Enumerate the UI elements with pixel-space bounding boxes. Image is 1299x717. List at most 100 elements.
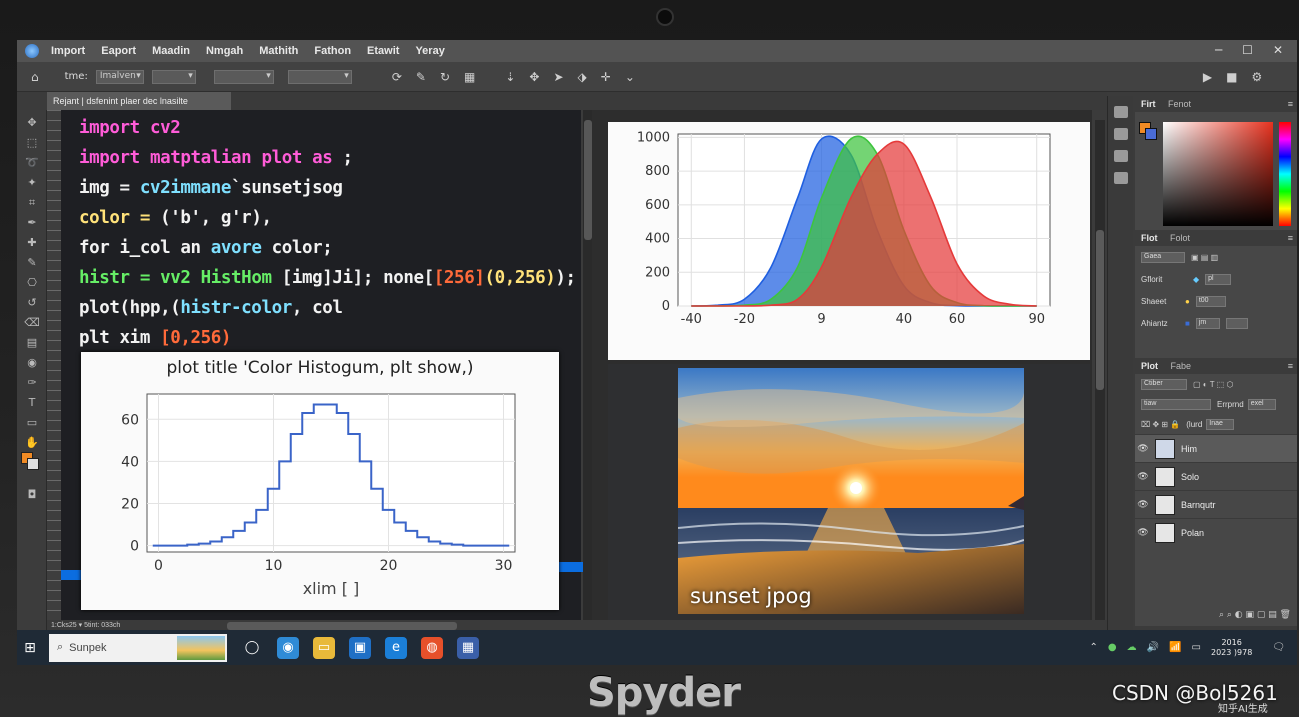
maximize-icon[interactable]: ☐ [1242, 43, 1253, 57]
toolbar-select[interactable] [151, 69, 196, 84]
app-icon[interactable]: ◍ [421, 636, 443, 659]
file-explorer-icon[interactable]: ▭ [313, 636, 335, 659]
hand-tool-icon[interactable]: ✋ [24, 436, 40, 450]
edge-icon[interactable]: e [385, 636, 407, 659]
stamp-tool-icon[interactable]: ⎔ [24, 276, 40, 290]
marquee-tool-icon[interactable]: ⬚ [24, 136, 40, 150]
crosshair-icon[interactable]: ✛ [601, 70, 611, 84]
adjust-panel-icon[interactable] [1114, 150, 1128, 162]
document-tab[interactable]: Rejant | dsfenint plaer dec lnasilte [47, 92, 231, 110]
menu-item[interactable]: Fathon [314, 45, 351, 57]
move-tool-icon[interactable]: ✥ [24, 116, 40, 130]
windows-start-icon[interactable]: ⊞ [17, 630, 43, 665]
properties-select[interactable]: Gaea [1141, 251, 1185, 263]
hue-slider[interactable] [1279, 122, 1291, 226]
pointer-icon[interactable]: ➤ [553, 70, 563, 84]
settings-icon[interactable]: ⚙ [1251, 70, 1262, 84]
brush-tool-icon[interactable]: ✎ [24, 256, 40, 270]
eye-icon[interactable]: 👁 [1135, 499, 1151, 510]
tab-plot[interactable]: Plot [1141, 361, 1158, 371]
type-tool-icon[interactable]: T [24, 396, 40, 410]
home-icon[interactable]: ⌂ [31, 70, 39, 84]
rotate-icon[interactable]: ⟳ [392, 70, 402, 84]
menu-item[interactable]: Maadin [152, 45, 190, 57]
grid-icon[interactable]: ▦ [464, 70, 475, 84]
tab-color[interactable]: Firt [1141, 99, 1156, 109]
eye-icon[interactable]: 👁 [1135, 527, 1151, 538]
tab-folot[interactable]: Folot [1170, 233, 1190, 243]
layer-row[interactable]: 👁 Solo [1135, 462, 1297, 490]
color-picker[interactable] [1135, 112, 1297, 230]
horizontal-scrollbar[interactable] [227, 622, 457, 630]
chevron-up-icon[interactable]: ⌃ [1090, 642, 1098, 653]
status-icon[interactable]: ● [1108, 642, 1117, 653]
color-field[interactable] [1163, 122, 1273, 226]
minimize-icon[interactable]: ─ [1215, 43, 1222, 57]
taskbar-search[interactable]: ⌕ Sunpek [49, 633, 227, 662]
layer-row[interactable]: 👁 Polan [1135, 518, 1297, 546]
opacity-field[interactable]: exel [1247, 398, 1276, 410]
menu-item[interactable]: Import [51, 45, 85, 57]
eye-icon[interactable]: 👁 [1135, 471, 1151, 482]
toolbar-select[interactable] [213, 69, 274, 84]
eye-icon[interactable]: 👁 [1135, 443, 1151, 454]
toolbar-select[interactable] [287, 69, 352, 84]
menu-item[interactable]: Eaport [101, 45, 136, 57]
heal-tool-icon[interactable]: ✚ [24, 236, 40, 250]
tab-fabe[interactable]: Fabe [1171, 361, 1192, 371]
cloud-icon[interactable]: ☁ [1127, 642, 1137, 653]
chevron-down-icon[interactable]: ⌄ [625, 70, 635, 84]
eyedropper-tool-icon[interactable]: ✒ [24, 216, 40, 230]
brush-panel-icon[interactable] [1114, 172, 1128, 184]
tab-swatches[interactable]: Fenot [1168, 99, 1191, 109]
notification-icon[interactable]: 🗨 [1272, 642, 1285, 653]
clock[interactable]: 2016 2023 )978 [1211, 638, 1252, 658]
wand-tool-icon[interactable]: ✦ [24, 176, 40, 190]
background-color-swatch[interactable] [27, 458, 39, 470]
prop-value[interactable] [1225, 317, 1248, 329]
prop-value[interactable]: pl [1205, 273, 1232, 285]
layer-filter-select[interactable]: Ctiber [1141, 378, 1187, 390]
menu-item[interactable]: Yeray [415, 45, 444, 57]
menu-item[interactable]: Etawit [367, 45, 399, 57]
network-icon[interactable]: 📶 [1169, 642, 1181, 653]
move-icon[interactable]: ✥ [529, 70, 539, 84]
layers-footer-icons[interactable]: ⌕ ⌕ ◐ ▣ ▢ ▤ 🗑 [1135, 610, 1297, 620]
blur-tool-icon[interactable]: ◉ [24, 356, 40, 370]
spyder-app-icon[interactable]: ▦ [457, 636, 479, 659]
prop-value[interactable]: jm [1195, 317, 1220, 329]
pen-tool-icon[interactable]: ✑ [24, 376, 40, 390]
menu-item[interactable]: Mathith [259, 45, 298, 57]
lasso-tool-icon[interactable]: ➰ [24, 156, 40, 170]
square-icon[interactable]: ■ [1226, 70, 1237, 84]
quickmask-icon[interactable]: ◘ [24, 488, 40, 502]
layer-row[interactable]: 👁 Him [1135, 434, 1297, 462]
panel-menu-icon[interactable]: ≡ [1288, 230, 1293, 246]
menu-item[interactable]: Nmgah [206, 45, 243, 57]
play-icon[interactable]: ▶ [1203, 70, 1212, 84]
down-arrow-icon[interactable]: ⇣ [505, 70, 515, 84]
prop-value[interactable]: t00 [1195, 295, 1226, 307]
canvas-scrollbar[interactable] [1095, 120, 1105, 630]
transform-icon[interactable]: ⬗ [578, 70, 587, 84]
crop-tool-icon[interactable]: ⌗ [24, 196, 40, 210]
panel-menu-icon[interactable]: ≡ [1288, 358, 1293, 374]
brush-icon[interactable]: ✎ [416, 70, 426, 84]
bg-color-swatch[interactable] [1145, 128, 1157, 140]
toolbar-select[interactable]: Imalven [95, 69, 144, 84]
tab-flot[interactable]: Flot [1141, 233, 1158, 243]
volume-icon[interactable]: 🔊 [1147, 642, 1159, 653]
properties-panel-icon[interactable] [1114, 128, 1128, 140]
panel-menu-icon[interactable]: ≡ [1288, 96, 1293, 112]
fill-field[interactable]: Inae [1206, 418, 1235, 430]
gradient-tool-icon[interactable]: ▤ [24, 336, 40, 350]
browser-icon[interactable]: ◉ [277, 636, 299, 659]
eraser-tool-icon[interactable]: ⌫ [24, 316, 40, 330]
history-tool-icon[interactable]: ↺ [24, 296, 40, 310]
layer-row[interactable]: 👁 Barnqutr [1135, 490, 1297, 518]
store-icon[interactable]: ▣ [349, 636, 371, 659]
refresh-icon[interactable]: ↻ [440, 70, 450, 84]
shape-tool-icon[interactable]: ▭ [24, 416, 40, 430]
task-view-icon[interactable]: ◯ [241, 637, 263, 659]
history-panel-icon[interactable] [1114, 106, 1128, 118]
